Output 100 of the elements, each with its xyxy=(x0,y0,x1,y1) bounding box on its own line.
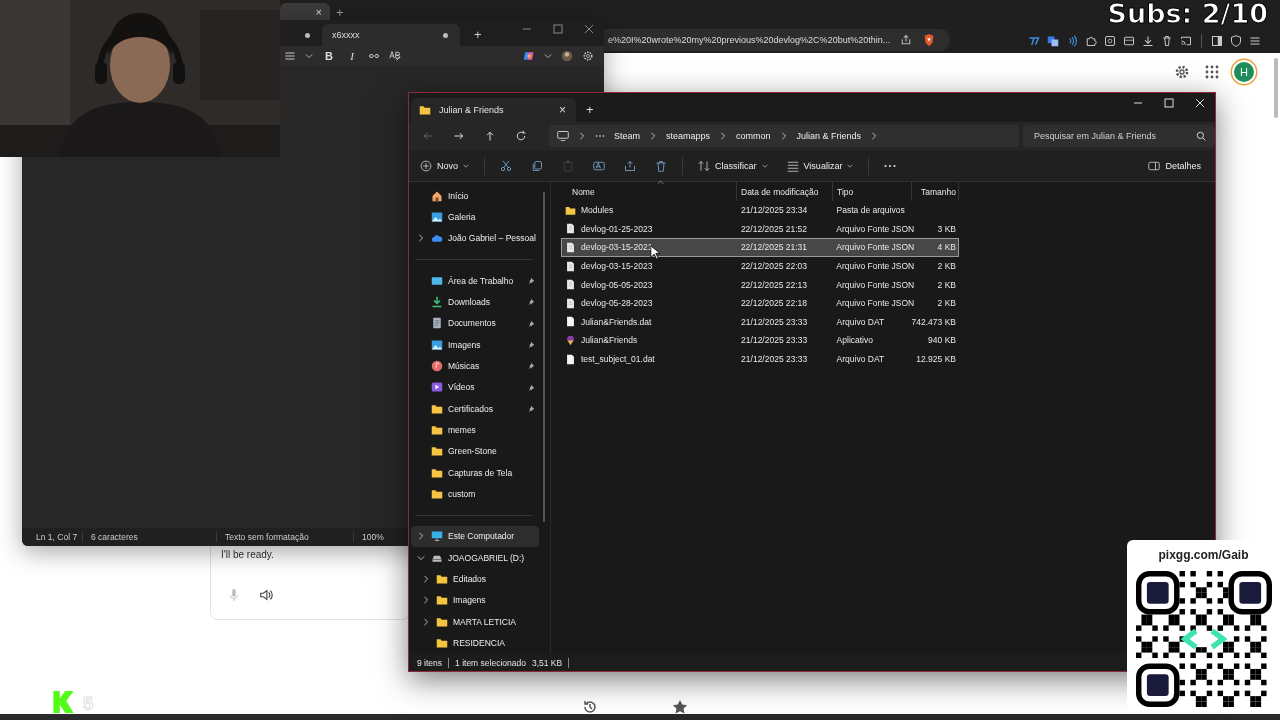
close-tab-button[interactable]: × xyxy=(315,6,322,18)
table-cell: 2 KB xyxy=(937,279,956,290)
address-bar[interactable]: e%20I%20wrote%20my%20previous%20devlog%2C%20but%20thin... xyxy=(604,29,950,51)
file-row[interactable]: Julian&Friends 21/12/2025 23:33 Aplicativo 940 KB xyxy=(561,331,959,350)
table-cell-text: 22/12/2025 22:18 xyxy=(739,298,809,309)
file-name: Julian&Friends xyxy=(581,335,638,346)
sidebar-item[interactable]: Este Computador xyxy=(411,525,539,548)
format-button[interactable]: I xyxy=(345,50,359,62)
sidebar-item[interactable]: Capturas de Tela xyxy=(411,461,539,484)
new-button[interactable]: Novo xyxy=(420,159,469,172)
status-text: Ln 1, Col 7 xyxy=(36,532,83,542)
file-name: devlog-05-05-2023 xyxy=(581,279,653,290)
new-tab-button[interactable]: + xyxy=(336,5,344,20)
file-name: Julian&Friends.dat xyxy=(581,316,652,327)
address-bar[interactable]: Steam steamapps common Julian & Friends xyxy=(549,125,1019,147)
sidebar-item[interactable]: Imagens xyxy=(411,589,539,611)
sidebar-item[interactable]: RESIDENCIA xyxy=(411,632,539,654)
file-row[interactable]: Modules 21/12/2025 23:34 Pasta de arquivos xyxy=(561,201,959,220)
table-cell-text: Arquivo DAT xyxy=(835,316,886,327)
sidebar-item[interactable]: Imagens xyxy=(411,334,539,356)
subscriber-goal: Subs: 2/10 xyxy=(1107,0,1268,29)
sidebar-item[interactable]: Vídeos xyxy=(411,376,539,398)
sidebar-item[interactable]: Green-Stone xyxy=(411,440,539,462)
new-tab-button[interactable]: + xyxy=(586,102,594,117)
format-button[interactable]: B xyxy=(322,50,336,62)
donation-link[interactable]: pixgg.com/Gaib xyxy=(1158,548,1249,562)
status-text: 1 item selecionado xyxy=(455,657,527,668)
table-cell: 742.473 KB xyxy=(911,316,956,327)
status-text: Texto sem formatação xyxy=(225,532,354,542)
breadcrumb-item[interactable]: steamapps xyxy=(666,131,711,141)
column-header[interactable]: Data de modificação xyxy=(737,182,833,201)
status-text: 100% xyxy=(362,532,385,542)
table-cell: 940 KB xyxy=(928,335,956,346)
window-title: Julian & Friends xyxy=(439,105,505,115)
sort-button[interactable]: Classificar xyxy=(698,159,768,172)
file-name: devlog-03-15-2021 xyxy=(581,242,653,253)
column-header[interactable]: Tipo xyxy=(833,182,912,201)
file-row[interactable]: Julian&Friends.dat 21/12/2025 23:33 Arquivo DAT 742.473 KB xyxy=(561,312,959,332)
status-text: 6 caracteres xyxy=(91,532,217,542)
sidebar-item[interactable]: Editados xyxy=(411,568,539,590)
url-text: e%20I%20wrote%20my%20previous%20devlog%2C%20but%20thin... xyxy=(608,35,891,45)
window-tab[interactable]: Julian & Friends × xyxy=(411,98,576,122)
table-cell-text: 21/12/2025 23:33 xyxy=(740,335,809,346)
table-cell-text: 21/12/2025 23:33 xyxy=(740,316,809,327)
sidebar-item[interactable]: Downloads xyxy=(411,291,539,313)
file-row[interactable]: devlog-05-05-2023 22/12/2025 22:13 Arquivo Fonte JSON 2 KB xyxy=(561,275,959,294)
sidebar-item[interactable]: Área de Trabalho xyxy=(411,270,539,292)
table-cell-text: 22/12/2025 22:13 xyxy=(739,279,809,290)
file-row[interactable]: test_subject_01.dat 21/12/2025 23:33 Arquivo DAT 12.925 KB xyxy=(561,349,959,369)
sidebar-item[interactable]: Documentos xyxy=(411,312,539,335)
table-cell: 3 KB xyxy=(937,223,956,234)
table-cell: 2 KB xyxy=(937,261,956,272)
file-row[interactable]: devlog-01-25-2023 22/12/2025 21:52 Arquivo Fonte JSON 3 KB xyxy=(561,219,959,239)
breadcrumb-item[interactable]: common xyxy=(736,131,771,141)
table-cell-text: Arquivo Fonte JSON xyxy=(835,298,912,309)
table-cell-text: 22/12/2025 21:31 xyxy=(739,242,809,253)
breadcrumb-item[interactable]: Julian & Friends xyxy=(796,131,862,141)
new-tab-button[interactable]: + xyxy=(474,27,482,42)
close-tab-button[interactable]: × xyxy=(559,103,566,117)
file-name: devlog-03-15-2023 xyxy=(581,261,653,272)
table-cell-text: Pasta de arquivos xyxy=(835,205,906,216)
file-name: Modules xyxy=(581,205,614,216)
column-header[interactable]: Nome xyxy=(561,182,737,201)
status-text: 9 itens xyxy=(417,657,450,668)
message-text: I'll be ready. xyxy=(221,549,275,560)
details-button[interactable]: Detalhes xyxy=(1148,159,1201,172)
sidebar-item[interactable]: Início xyxy=(411,185,539,207)
browser-tab[interactable]: × xyxy=(280,3,330,21)
file-row[interactable]: devlog-05-28-2023 22/12/2025 22:18 Arquivo Fonte JSON 2 KB xyxy=(561,293,959,313)
view-button[interactable]: Visualizar xyxy=(786,159,854,172)
sidebar-item[interactable]: MARTA LETICIA xyxy=(411,610,539,633)
table-cell: 4 KB xyxy=(937,242,956,253)
file-name: devlog-01-25-2023 xyxy=(581,223,653,234)
account-avatar[interactable]: H xyxy=(1234,62,1254,82)
file-name: devlog-05-28-2023 xyxy=(581,298,653,309)
table-cell: 12.925 KB xyxy=(916,354,956,365)
editor-tab[interactable]: x6xxxx xyxy=(322,24,460,46)
table-cell: 2 KB xyxy=(937,298,956,309)
sidebar-item[interactable]: custom xyxy=(411,483,539,505)
table-cell-text: 21/12/2025 23:33 xyxy=(740,354,809,365)
table-cell-text: Arquivo DAT xyxy=(835,354,886,365)
column-header[interactable]: Tamanho xyxy=(912,182,959,201)
table-cell-text: Aplicativo xyxy=(835,335,874,346)
sidebar-item[interactable]: JOAOGABRIEL (D:) xyxy=(411,547,539,569)
table-cell-text: 22/12/2025 22:03 xyxy=(739,261,809,272)
table-cell-text: Arquivo Fonte JSON xyxy=(835,242,912,253)
status-text: 3,51 KB xyxy=(531,657,570,668)
sidebar-item[interactable]: Galeria xyxy=(411,206,539,228)
sidebar-item[interactable]: Certificados xyxy=(411,397,539,420)
sidebar-item[interactable]: Músicas xyxy=(411,355,539,377)
breadcrumb-item[interactable]: Steam xyxy=(614,131,640,141)
table-cell-text: Arquivo Fonte JSON xyxy=(835,279,912,290)
table-cell-text: Arquivo Fonte JSON xyxy=(835,223,912,234)
sidebar-item[interactable]: memes xyxy=(411,419,539,441)
search-field[interactable]: Pesquisar em Julian & Friends xyxy=(1023,125,1215,147)
file-row[interactable]: devlog-03-15-2023 22/12/2025 22:03 Arquivo Fonte JSON 2 KB xyxy=(561,256,959,276)
file-name: test_subject_01.dat xyxy=(581,354,655,365)
table-cell-text: 22/12/2025 21:52 xyxy=(739,223,809,234)
sidebar-item[interactable]: João Gabriel – Pessoal xyxy=(411,227,539,249)
file-row[interactable]: devlog-03-15-2021 22/12/2025 21:31 Arquivo Fonte JSON 4 KB xyxy=(561,238,959,257)
